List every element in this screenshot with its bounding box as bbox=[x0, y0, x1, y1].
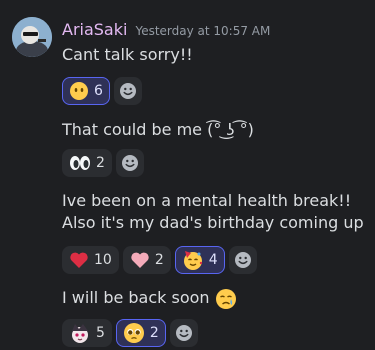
smiley-icon bbox=[121, 155, 138, 171]
reaction-anime-sticker[interactable]: 5 bbox=[62, 319, 112, 347]
reaction-bar: 6 bbox=[62, 77, 142, 105]
reaction-count: 2 bbox=[154, 252, 164, 268]
message-text: I will be back soon bbox=[62, 287, 367, 310]
crying-face-icon bbox=[215, 288, 236, 309]
message-header: AriaSaki Yesterday at 10:57 AM bbox=[62, 20, 270, 39]
message-text: That could be me (͡° ͜ʖ ͡°) bbox=[62, 120, 254, 139]
smiley-icon bbox=[234, 252, 251, 268]
username[interactable]: AriaSaki bbox=[62, 20, 127, 39]
reaction-bar: 10 2 4 bbox=[62, 246, 257, 274]
reaction-eyes[interactable]: 2 bbox=[62, 149, 112, 177]
no-mouth-face-icon bbox=[70, 82, 88, 100]
message-text: Cant talk sorry!! bbox=[62, 45, 193, 64]
reaction-bar: 5 2 bbox=[62, 319, 198, 347]
message-text-content: I will be back soon bbox=[62, 288, 210, 307]
eyes-icon bbox=[70, 156, 90, 170]
reaction-count: 2 bbox=[96, 155, 105, 171]
pleading-face-icon bbox=[123, 323, 144, 343]
avatar-image bbox=[12, 17, 52, 57]
reaction-count: 2 bbox=[149, 325, 159, 341]
add-reaction-button[interactable] bbox=[169, 319, 198, 347]
reaction-count: 5 bbox=[96, 325, 105, 341]
reaction-red-heart[interactable]: 10 bbox=[62, 246, 119, 274]
avatar[interactable] bbox=[12, 17, 52, 57]
smiley-icon bbox=[119, 83, 136, 99]
reaction-pink-heart[interactable]: 2 bbox=[122, 246, 171, 274]
reaction-pleading-face[interactable]: 2 bbox=[115, 319, 166, 347]
reaction-no-mouth-face[interactable]: 6 bbox=[62, 77, 110, 105]
message-text: Ive been on a mental health break!! Also… bbox=[62, 191, 364, 232]
reaction-partying-face[interactable]: 4 bbox=[174, 246, 225, 274]
reaction-count: 4 bbox=[208, 252, 218, 268]
add-reaction-button[interactable] bbox=[228, 246, 257, 274]
partying-face-icon bbox=[183, 251, 202, 270]
reaction-count: 10 bbox=[94, 252, 112, 268]
reaction-bar: 2 bbox=[62, 149, 144, 177]
smiley-icon bbox=[175, 325, 192, 341]
red-heart-icon bbox=[70, 252, 88, 268]
pink-heart-icon bbox=[131, 252, 149, 268]
reaction-count: 6 bbox=[94, 83, 103, 99]
add-reaction-button[interactable] bbox=[113, 77, 142, 105]
timestamp[interactable]: Yesterday at 10:57 AM bbox=[135, 24, 270, 38]
anime-character-icon bbox=[72, 324, 88, 343]
add-reaction-button[interactable] bbox=[115, 149, 144, 177]
